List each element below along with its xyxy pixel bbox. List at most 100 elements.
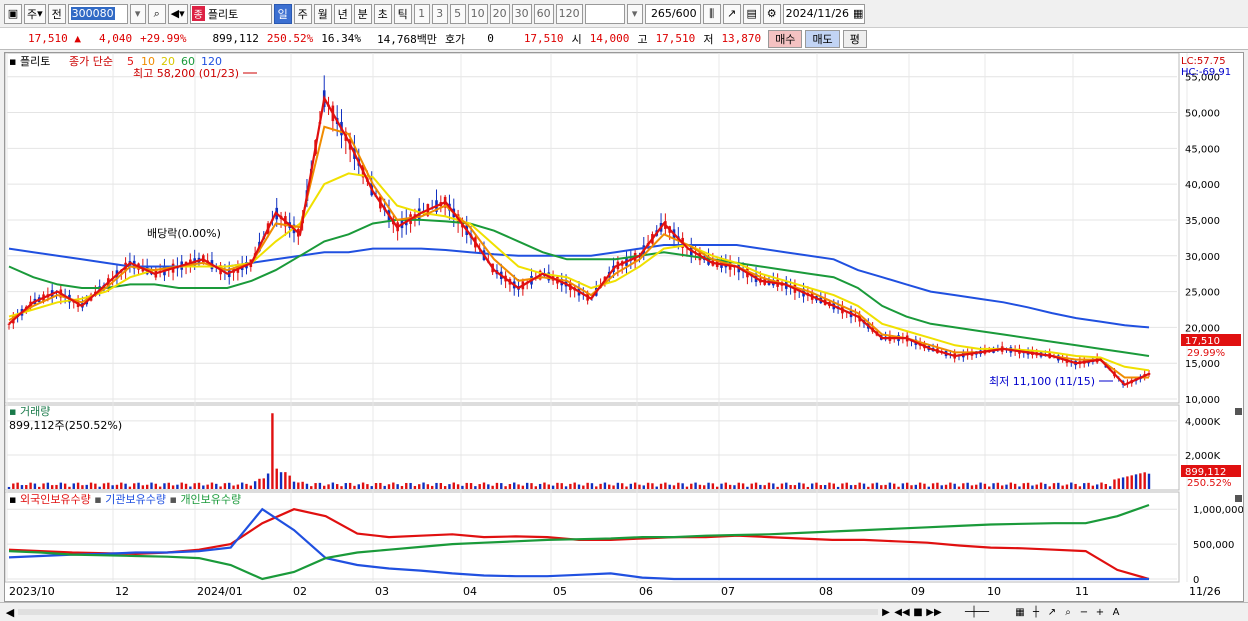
interval-120[interactable]: 120 bbox=[555, 3, 583, 24]
candle-icon[interactable]: ⫼ bbox=[702, 3, 721, 24]
ask-price: 17,510 bbox=[523, 32, 564, 45]
volume-bar bbox=[379, 482, 382, 489]
period-month[interactable]: 월 bbox=[313, 3, 332, 24]
period-tick[interactable]: 틱 bbox=[393, 3, 412, 24]
interval-5[interactable]: 5 bbox=[449, 3, 466, 24]
volume-bar bbox=[284, 472, 287, 489]
buy-button[interactable]: 매수 bbox=[768, 29, 803, 48]
period-minute[interactable]: 분 bbox=[353, 3, 372, 24]
chart-area[interactable]: 55,000 50,000 45,000 40,000 35,000 30,000 25,0… bbox=[4, 52, 1244, 602]
current-price: 17,510 ▲ bbox=[28, 32, 81, 45]
zoom-icon[interactable]: ⌕ bbox=[1060, 604, 1076, 620]
zoom-slider[interactable]: ─┼── bbox=[942, 604, 1012, 620]
volume-bar bbox=[461, 485, 464, 489]
holdings-legend: ▪ 외국인보유수량 ▪ 기관보유수량 ▪ 개인보유수량 bbox=[9, 493, 241, 506]
crosshair-icon[interactable]: ┼ bbox=[1028, 604, 1044, 620]
period-day[interactable]: 일 bbox=[273, 3, 292, 24]
text-tool-icon[interactable]: A bbox=[1108, 604, 1124, 620]
volume-bar bbox=[698, 484, 702, 489]
time-tick: 2024/01 bbox=[197, 585, 243, 598]
volume-bar bbox=[318, 482, 322, 489]
minus-icon[interactable]: − bbox=[1076, 604, 1092, 620]
volume-bar bbox=[387, 484, 391, 489]
forward-icon[interactable]: ▶▶ bbox=[926, 604, 942, 620]
layout-icon[interactable]: ▣ bbox=[4, 3, 22, 24]
interval-1[interactable]: 1 bbox=[413, 3, 430, 24]
volume-bar bbox=[193, 483, 196, 489]
volume-bar bbox=[595, 486, 598, 489]
volume-bar bbox=[603, 482, 607, 489]
volume-bar bbox=[331, 482, 335, 489]
volume-close-icon[interactable] bbox=[1235, 408, 1242, 415]
calendar-icon[interactable]: ▦ bbox=[853, 7, 863, 20]
volume-bar bbox=[754, 482, 758, 489]
code-dropdown-icon[interactable]: ▾ bbox=[129, 3, 146, 24]
volume-bar bbox=[266, 473, 270, 489]
volume-panel[interactable] bbox=[4, 404, 1180, 491]
save-icon[interactable]: ▤ bbox=[742, 3, 761, 24]
scroll-right-icon[interactable]: ▶ bbox=[878, 604, 894, 620]
volume-bar bbox=[577, 484, 581, 489]
volume-bar bbox=[29, 482, 32, 489]
time-tick: 04 bbox=[463, 585, 477, 598]
interval-30[interactable]: 30 bbox=[511, 3, 532, 24]
search-icon[interactable]: ⌕ bbox=[147, 3, 166, 24]
volume-bar bbox=[482, 482, 486, 489]
speaker-icon[interactable]: ◀▾ bbox=[167, 3, 188, 24]
stop-icon[interactable]: ■ bbox=[910, 604, 926, 620]
interval-60[interactable]: 60 bbox=[533, 3, 554, 24]
settings-icon[interactable]: ⚙ bbox=[762, 3, 781, 24]
volume-bar bbox=[452, 482, 455, 489]
volume-bar bbox=[633, 482, 637, 489]
volume-bar bbox=[409, 482, 412, 489]
volume-bar bbox=[655, 486, 658, 489]
volume-bar bbox=[521, 485, 525, 489]
trend-icon[interactable]: ↗ bbox=[1044, 604, 1060, 620]
volume-bar bbox=[327, 484, 330, 489]
grid-icon[interactable]: ▦ bbox=[1012, 604, 1028, 620]
volume-bar bbox=[923, 483, 926, 489]
volume-bar bbox=[357, 484, 360, 489]
volume-bar bbox=[625, 486, 628, 489]
scroll-left-icon[interactable]: ◀ bbox=[2, 604, 18, 620]
volume-bar bbox=[305, 483, 309, 489]
stock-chart[interactable]: 55,00050,00045,00040,00035,00030,00025,0… bbox=[4, 52, 1244, 601]
period-select[interactable]: 주 ▾ bbox=[24, 3, 46, 24]
volume-bar bbox=[102, 483, 106, 489]
draw-tool-icon[interactable]: ↗ bbox=[722, 3, 741, 24]
date-input[interactable]: 2024/11/26 ▦ bbox=[782, 3, 865, 24]
prev-button[interactable]: 전 bbox=[47, 3, 66, 24]
custom-interval-input[interactable] bbox=[584, 3, 625, 24]
volume-bar bbox=[823, 485, 827, 489]
data-count[interactable]: 265/600 bbox=[644, 3, 701, 24]
volume-bar bbox=[590, 483, 594, 489]
volume-bar bbox=[478, 484, 481, 489]
interval-20[interactable]: 20 bbox=[489, 3, 510, 24]
period-week[interactable]: 주 bbox=[293, 3, 312, 24]
interval-dropdown-icon[interactable]: ▾ bbox=[626, 3, 643, 24]
stock-name-field[interactable]: 종 플리토 bbox=[189, 3, 272, 24]
period-year[interactable]: 년 bbox=[333, 3, 352, 24]
volume-bar bbox=[133, 483, 136, 489]
rewind-icon[interactable]: ◀◀ bbox=[894, 604, 910, 620]
holdings-tick: 1,000,000 bbox=[1193, 505, 1243, 516]
volume-bar bbox=[275, 468, 278, 489]
volume-bar bbox=[616, 482, 620, 489]
period-second[interactable]: 초 bbox=[373, 3, 392, 24]
plus-icon[interactable]: + bbox=[1092, 604, 1108, 620]
volume-bar bbox=[25, 484, 28, 489]
holdings-close-icon[interactable] bbox=[1235, 495, 1242, 502]
volume-bar bbox=[538, 483, 542, 489]
eval-button[interactable]: 평 bbox=[842, 29, 867, 48]
volume-bar bbox=[901, 483, 905, 489]
time-tick: 09 bbox=[911, 585, 925, 598]
interval-3[interactable]: 3 bbox=[431, 3, 448, 24]
volume: 899,112 bbox=[212, 32, 259, 45]
up-arrow-icon: ▲ bbox=[74, 32, 81, 45]
stock-code-input[interactable]: 300080 bbox=[67, 3, 128, 24]
volume-bar bbox=[38, 486, 41, 489]
volume-bar bbox=[50, 485, 54, 489]
interval-10[interactable]: 10 bbox=[467, 3, 488, 24]
scroll-track[interactable] bbox=[18, 605, 878, 619]
sell-button[interactable]: 매도 bbox=[805, 29, 840, 48]
